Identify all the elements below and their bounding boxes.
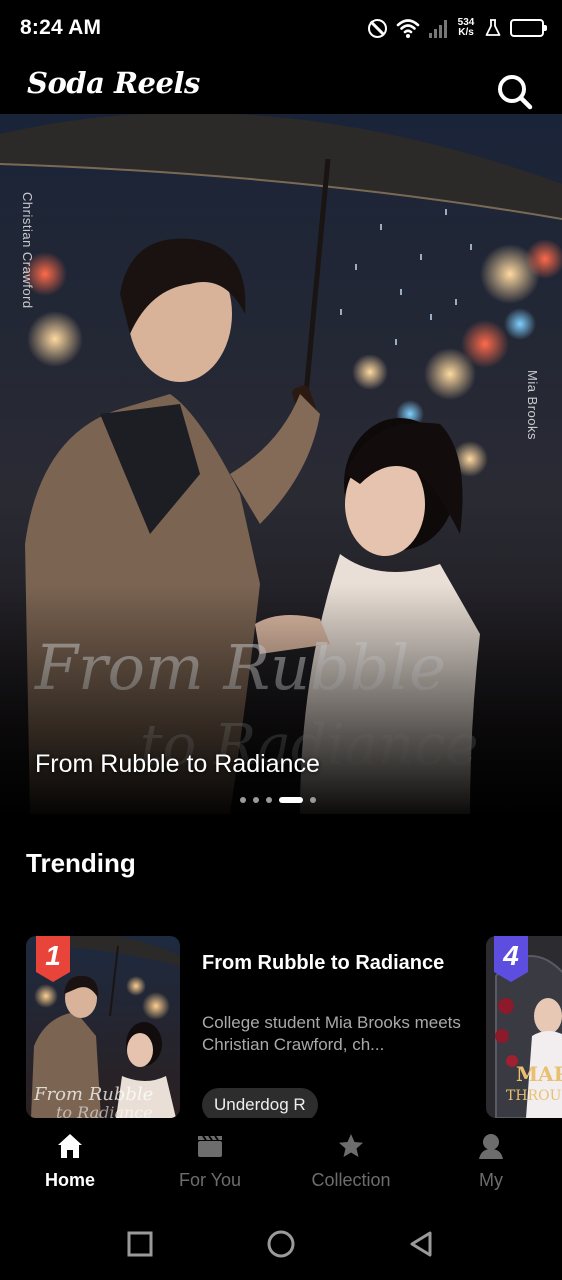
bottom-navigation: Home For You Collection My	[0, 1118, 562, 1208]
app-logo: Soda Reels	[27, 66, 200, 100]
trending-list: From Rubble to Radiance 1 From Rubble to…	[0, 936, 562, 1118]
circle-icon[interactable]	[265, 1228, 297, 1260]
nav-label-my: My	[479, 1170, 503, 1190]
hero-title: From Rubble to Radiance	[35, 750, 320, 778]
network-speed-unit: K/s	[458, 27, 474, 38]
cover-title-line1: From Rubble	[33, 1084, 153, 1105]
nav-item-collection[interactable]: Collection	[281, 1118, 421, 1208]
carousel-dot[interactable]	[310, 797, 316, 803]
search-icon	[498, 75, 533, 110]
nav-label-for-you: For You	[178, 1170, 242, 1190]
carousel-dot[interactable]	[279, 797, 303, 803]
trending-item-title: From Rubble to Radiance	[202, 952, 445, 974]
hero-credit-left: Christian Crawford	[20, 192, 35, 309]
nav-item-home[interactable]: Home	[0, 1118, 140, 1208]
trending-item[interactable]: MARI THROUG 4	[486, 936, 562, 1118]
hero-credit-right: Mia Brooks	[525, 370, 540, 441]
home-icon	[58, 1134, 82, 1158]
hero-poster-image: From Rubble to Radiance	[0, 114, 562, 814]
trending-item[interactable]: From Rubble to Radiance 1 From Rubble to…	[26, 936, 476, 1118]
app-header: Soda Reels	[0, 56, 562, 114]
trending-section-title: Trending	[26, 848, 136, 878]
network-speed: 534 K/s	[456, 18, 476, 38]
battery-percent: 61	[520, 21, 534, 35]
cover-title-line2: to Radiance	[56, 1103, 153, 1118]
nav-item-my[interactable]: My	[421, 1118, 561, 1208]
square-icon[interactable]	[124, 1228, 156, 1260]
do-not-disturb-icon	[368, 18, 387, 38]
hero-banner[interactable]: From Rubble to Radiance Christian Crawfo…	[0, 114, 562, 814]
carousel-dot[interactable]	[266, 797, 272, 803]
wifi-icon	[396, 19, 420, 38]
trending-item-description: College student Mia Brooks meets Christi…	[202, 1013, 461, 1054]
carousel-dot[interactable]	[240, 797, 246, 803]
cover-text-1: MARI	[516, 1062, 562, 1086]
nav-label-collection: Collection	[311, 1170, 391, 1190]
nav-item-for-you[interactable]: For You	[140, 1118, 280, 1208]
flask-icon	[485, 19, 501, 36]
triangle-back-icon[interactable]	[405, 1228, 437, 1260]
carousel-indicator	[240, 797, 316, 803]
user-icon	[479, 1134, 503, 1159]
battery-icon: 61	[510, 19, 547, 37]
status-bar: 8:24 AM 534 K/s 61	[0, 0, 562, 56]
rank-badge: 4	[492, 936, 530, 982]
rank-badge: 1	[34, 936, 72, 982]
clapperboard-icon	[198, 1135, 222, 1157]
system-navigation-bar	[0, 1208, 562, 1280]
rank-number: 4	[503, 940, 519, 971]
carousel-dot[interactable]	[253, 797, 259, 803]
cover-text-2: THROUG	[506, 1088, 562, 1104]
signal-icon	[429, 18, 447, 38]
genre-tag[interactable]: Underdog R	[202, 1088, 318, 1118]
star-icon	[339, 1134, 363, 1157]
rank-number: 1	[45, 940, 61, 971]
search-button[interactable]	[496, 73, 534, 111]
status-icons: 534 K/s 61	[368, 14, 547, 42]
nav-label-home: Home	[44, 1170, 95, 1190]
status-time: 8:24 AM	[20, 16, 102, 39]
